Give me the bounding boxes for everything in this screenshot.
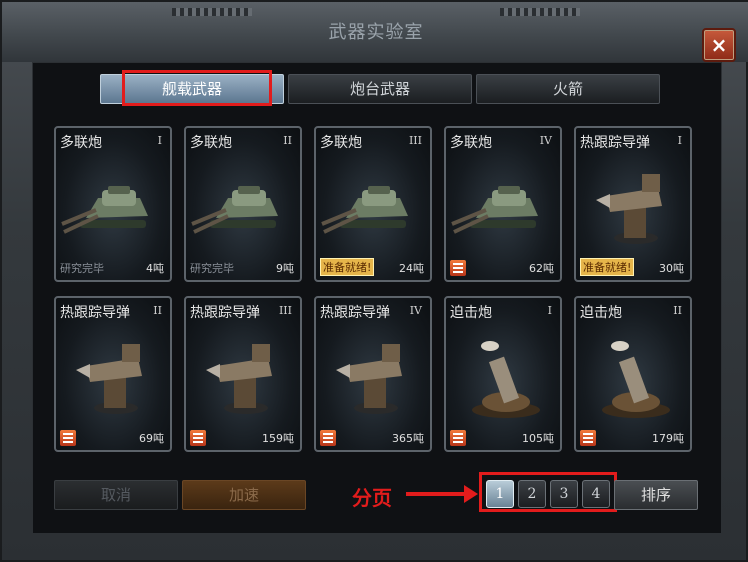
turret-icon <box>316 148 430 260</box>
card-status: 研究完毕 <box>60 262 104 275</box>
ready-badge: 准备就绪! <box>320 258 375 276</box>
card-name: 多联炮 <box>190 135 232 151</box>
lock-icon <box>450 430 466 446</box>
card-name: 热跟踪导弹 <box>580 135 650 151</box>
weapon-card[interactable]: 热跟踪导弹 IV 365吨 <box>314 296 432 452</box>
card-level: II <box>673 304 682 317</box>
weapon-card[interactable]: 迫击炮 II 179吨 <box>574 296 692 452</box>
card-weight: 365吨 <box>392 432 424 445</box>
mortar-icon <box>446 318 560 430</box>
lock-icon <box>580 430 596 446</box>
card-level: II <box>283 134 292 147</box>
turret-icon <box>56 148 170 260</box>
weapon-card[interactable]: 热跟踪导弹 III 159吨 <box>184 296 302 452</box>
card-name: 多联炮 <box>60 135 102 151</box>
weapon-card[interactable]: 热跟踪导弹 I 准备就绪! 30吨 <box>574 126 692 282</box>
accelerate-button[interactable]: 加速 <box>182 480 306 510</box>
mortar-icon <box>576 318 690 430</box>
card-level: I <box>547 304 552 317</box>
window-title: 武器实验室 <box>328 22 424 43</box>
page-button-2[interactable]: 2 <box>518 480 546 508</box>
card-weight: 159吨 <box>262 432 294 445</box>
sort-button[interactable]: 排序 <box>614 480 698 510</box>
card-name: 迫击炮 <box>450 305 492 321</box>
turret-icon <box>446 148 560 260</box>
page-button-3[interactable]: 3 <box>550 480 578 508</box>
title-decoration <box>172 8 252 16</box>
lock-icon <box>320 430 336 446</box>
lock-icon <box>190 430 206 446</box>
missile-launcher-icon <box>56 318 170 430</box>
card-name: 热跟踪导弹 <box>60 305 130 321</box>
card-weight: 4吨 <box>146 262 164 275</box>
card-level: III <box>408 134 422 147</box>
missile-launcher-icon <box>576 148 690 260</box>
weapon-card[interactable]: 多联炮 II 研究完毕 9吨 <box>184 126 302 282</box>
tab-rockets[interactable]: 火箭 <box>476 74 660 104</box>
card-level: III <box>278 304 292 317</box>
ready-badge: 准备就绪! <box>580 258 635 276</box>
card-weight: 62吨 <box>529 262 554 275</box>
card-status: 研究完毕 <box>190 262 234 275</box>
weapon-card[interactable]: 热跟踪导弹 II 69吨 <box>54 296 172 452</box>
card-weight: 30吨 <box>659 262 684 275</box>
card-level: IV <box>539 134 552 147</box>
weapon-lab-window: 武器实验室 × 舰载武器 炮台武器 火箭 多联炮 I 研究完毕 4吨 多联炮 II 研究完毕… <box>0 0 748 562</box>
close-button[interactable]: × <box>702 28 736 62</box>
card-name: 热跟踪导弹 <box>190 305 260 321</box>
lock-icon <box>450 260 466 276</box>
weapon-card[interactable]: 多联炮 IV 62吨 <box>444 126 562 282</box>
arrow-icon <box>406 485 478 503</box>
card-name: 多联炮 <box>320 135 362 151</box>
cancel-button[interactable]: 取消 <box>54 480 178 510</box>
lock-icon <box>60 430 76 446</box>
card-name: 热跟踪导弹 <box>320 305 390 321</box>
card-name: 迫击炮 <box>580 305 622 321</box>
card-level: IV <box>409 304 422 317</box>
page-button-1[interactable]: 1 <box>486 480 514 508</box>
page-button-4[interactable]: 4 <box>582 480 610 508</box>
card-name: 多联炮 <box>450 135 492 151</box>
card-weight: 179吨 <box>652 432 684 445</box>
pagination-annotation: 分页 <box>352 486 392 510</box>
missile-launcher-icon <box>316 318 430 430</box>
card-weight: 105吨 <box>522 432 554 445</box>
card-level: I <box>157 134 162 147</box>
turret-icon <box>186 148 300 260</box>
card-weight: 9吨 <box>276 262 294 275</box>
missile-launcher-icon <box>186 318 300 430</box>
title-decoration <box>500 8 580 16</box>
weapon-card[interactable]: 迫击炮 I 105吨 <box>444 296 562 452</box>
weapon-card[interactable]: 多联炮 III 准备就绪! 24吨 <box>314 126 432 282</box>
highlight-box <box>122 70 272 106</box>
card-level: I <box>677 134 682 147</box>
tab-turret-weapons[interactable]: 炮台武器 <box>288 74 472 104</box>
card-level: II <box>153 304 162 317</box>
weapon-card[interactable]: 多联炮 I 研究完毕 4吨 <box>54 126 172 282</box>
card-weight: 69吨 <box>139 432 164 445</box>
card-weight: 24吨 <box>399 262 424 275</box>
